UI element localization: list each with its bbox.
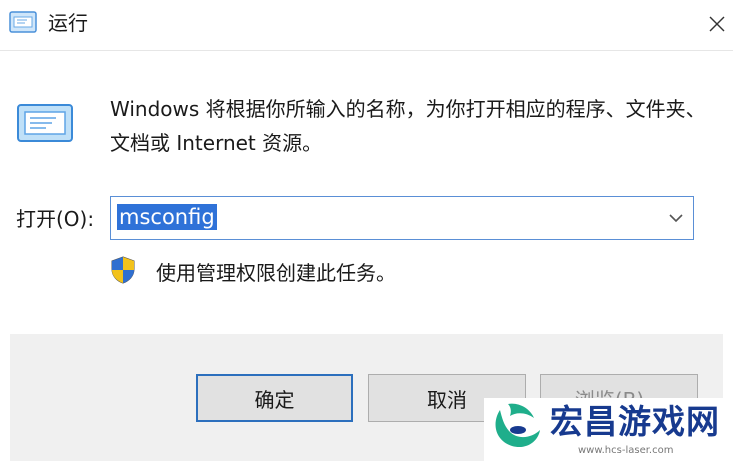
close-button[interactable] — [700, 6, 733, 42]
ok-button[interactable]: 确定 — [196, 374, 353, 422]
run-dialog-icon — [17, 104, 73, 142]
open-combobox[interactable]: msconfig — [110, 196, 694, 240]
open-label: 打开(O): — [16, 207, 95, 231]
admin-note: 使用管理权限创建此任务。 — [156, 261, 396, 285]
close-icon — [709, 16, 724, 32]
open-input[interactable]: msconfig — [117, 204, 217, 230]
watermark-title: 宏昌游戏网 — [550, 402, 720, 441]
title-bar: 运行 — [0, 0, 733, 51]
window-title: 运行 — [48, 11, 88, 35]
watermark-url: www.hcs-laser.com — [578, 445, 674, 456]
chevron-down-icon[interactable] — [665, 207, 687, 229]
uac-shield-icon — [111, 256, 135, 284]
description-text: Windows 将根据你所输入的名称，为你打开相应的程序、文件夹、文档或 Int… — [110, 97, 706, 155]
watermark-logo — [495, 403, 540, 448]
run-dialog-icon — [9, 11, 37, 33]
watermark: 宏昌游戏网 www.hcs-laser.com — [484, 398, 733, 461]
